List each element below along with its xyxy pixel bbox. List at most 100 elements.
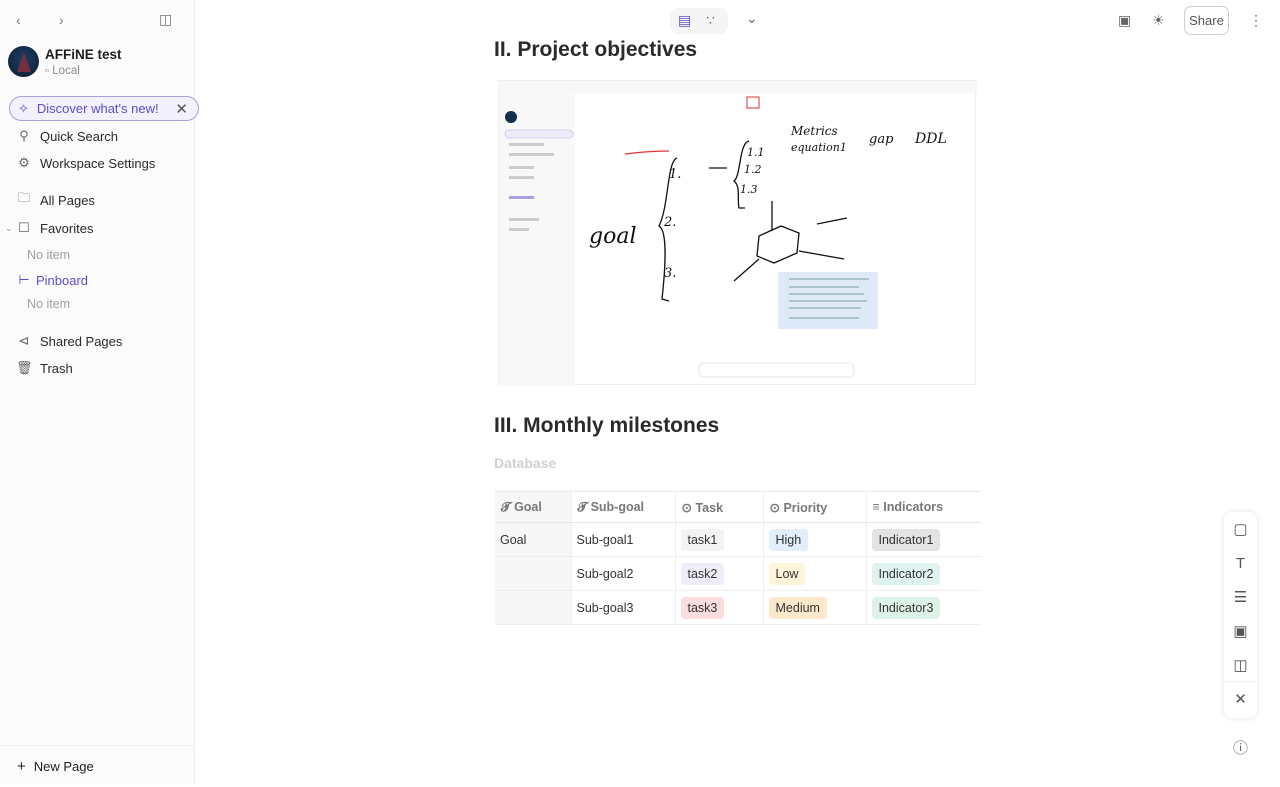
heading-monthly-milestones: III. Monthly milestones [494,414,720,437]
share-button[interactable]: Share [1184,6,1229,35]
sidebar-item-label: All Pages [40,192,95,208]
goal-cell[interactable] [495,556,572,591]
sparkle-icon: ✧ [18,100,29,116]
sketch-word: 1.2 [744,163,762,176]
column-header-task[interactable]: ⊙ Task [675,491,764,523]
task-tag: task1 [680,528,725,551]
theme-sun-icon[interactable]: ☀ [1152,12,1165,29]
column-header-subgoal[interactable]: 𝓣 Sub-goal [571,491,676,523]
goal-cell[interactable] [495,590,572,625]
shape-icon[interactable]: ▢ [1224,512,1257,546]
subgoal-cell[interactable]: Sub-goal1 [571,522,676,557]
sidebar-item-all-pages[interactable]: 🗀 All Pages [16,190,95,210]
chevron-down-icon[interactable]: ⌄ [746,10,758,27]
page-mode-icon[interactable]: ▤ [678,12,691,29]
table-row: Sub-goal2 task2 Low Indicator2 [495,556,981,591]
plus-icon: + [17,758,26,775]
favorites-empty: No item [27,248,71,262]
text-type-icon: 𝓣 [501,499,515,514]
sketch-word: 1.1 [747,146,765,159]
sidebar-toggle-icon[interactable]: ◫ [159,11,172,28]
share-icon: ⊲ [18,333,30,348]
more-menu-icon[interactable]: ⋮ [1249,12,1263,29]
sidebar-item-trash[interactable]: 🗑 Trash [16,358,73,378]
sidebar-item-pinboard[interactable]: ⊢ Pinboard [16,270,88,290]
discover-banner[interactable]: ✧ Discover what's new! ✕ [9,96,199,121]
edgeless-sketch-image: goal 1. 2. 3. 1.1 1.2 1.3 Metrics equati… [499,81,977,386]
column-header-indicators[interactable]: ≡ Indicators [866,491,981,523]
heading-project-objectives: II. Project objectives [494,38,698,61]
search-icon: ⚲ [19,128,29,143]
client-border-icon[interactable]: ▣ [1118,12,1131,29]
avatar [8,46,39,77]
edgeless-mode-icon[interactable]: ∵ [706,12,715,29]
sidebar-item-workspace-settings[interactable]: ⚙ Workspace Settings [16,153,155,173]
task-tag: task3 [680,596,725,619]
task-tag: task2 [680,562,725,585]
multi-select-type-icon: ≡ [872,500,884,514]
column-label: Goal [514,499,542,514]
sidebar-item-label: Pinboard [36,272,89,288]
indicator-tag: Indicator1 [871,528,941,551]
priority-cell[interactable]: Low [763,556,867,591]
help-icon[interactable]: ⓘ [1233,737,1248,758]
folder-icon: 🗀 [17,190,31,205]
back-button[interactable]: ‹ [16,12,21,28]
column-header-priority[interactable]: ⊙ Priority [763,491,867,523]
priority-cell[interactable]: High [763,522,867,557]
indicator-tag: Indicator2 [871,562,941,585]
image-icon[interactable]: ▣ [1224,614,1257,648]
new-page-button[interactable]: + New Page [0,745,195,787]
sidebar-item-shared-pages[interactable]: ⊲ Shared Pages [16,331,123,351]
block-toolbar: ▢ T ☰ ▣ ◫ ✕ [1224,512,1257,718]
sketch-word: 3. [664,266,676,281]
column-label: Task [695,500,724,515]
sidebar-item-quick-search[interactable]: ⚲ Quick Search [16,126,118,146]
text-icon[interactable]: T [1224,546,1257,580]
task-cell[interactable]: task2 [675,556,764,591]
text-type-icon: 𝓣 [577,499,591,514]
column-header-goal[interactable]: 𝓣 Goal [495,491,572,523]
sidebar-item-label: Quick Search [40,128,119,144]
select-type-icon: ⊙ [681,500,696,515]
priority-tag: Medium [768,596,827,619]
workspace-switcher[interactable]: AFFiNE test ▫ Local [8,46,122,77]
gear-icon: ⚙ [18,155,30,170]
sketch-word: 1.3 [740,183,758,196]
subgoal-cell[interactable]: Sub-goal2 [571,556,676,591]
priority-tag: Low [768,562,806,585]
sidebar-item-label: Favorites [40,220,94,236]
sketch-word: gap [869,132,894,147]
discover-label: Discover what's new! [36,101,159,116]
pinboard-icon: ⊢ [18,272,30,287]
task-cell[interactable]: task3 [675,590,764,625]
sidebar-item-label: Workspace Settings [40,155,156,171]
priority-cell[interactable]: Medium [763,590,867,625]
sidebar-item-label: Shared Pages [40,333,123,349]
subgoal-cell[interactable]: Sub-goal3 [571,590,676,625]
indicator-tag: Indicator3 [871,596,941,619]
priority-tag: High [768,528,809,551]
goal-cell[interactable]: Goal [495,522,572,557]
numbered-list-icon[interactable]: ☰ [1224,580,1257,614]
forward-button[interactable]: › [59,12,64,28]
sketch-word: Metrics [790,124,838,138]
table-header: 𝓣 Goal 𝓣 Sub-goal ⊙ Task ⊙ Priority ≡ In… [495,491,981,523]
database-icon[interactable]: ◫ [1224,648,1257,682]
table-row: Sub-goal3 task3 Medium Indicator3 [495,590,981,625]
indicator-cell[interactable]: Indicator1 [866,522,981,557]
close-icon[interactable]: ✕ [1224,682,1257,716]
column-label: Indicators [883,500,944,514]
database-title[interactable]: Database [494,455,556,471]
sketch-word: 1. [669,167,681,182]
task-cell[interactable]: task1 [675,522,764,557]
mode-switch[interactable]: ▤ ∵ [670,8,728,34]
sidebar: ‹ › ◫ AFFiNE test ▫ Local ✧ Discover wha… [0,0,199,787]
indicator-cell[interactable]: Indicator3 [866,590,981,625]
close-icon[interactable]: ✕ [175,100,188,118]
database-table: 𝓣 Goal 𝓣 Sub-goal ⊙ Task ⊙ Priority ≡ In… [495,491,981,625]
sidebar-item-favorites[interactable]: ⌄ ☐ Favorites [5,218,93,238]
bookmark-icon: ☐ [18,220,30,235]
indicator-cell[interactable]: Indicator2 [866,556,981,591]
sketch-word: goal [589,224,636,249]
